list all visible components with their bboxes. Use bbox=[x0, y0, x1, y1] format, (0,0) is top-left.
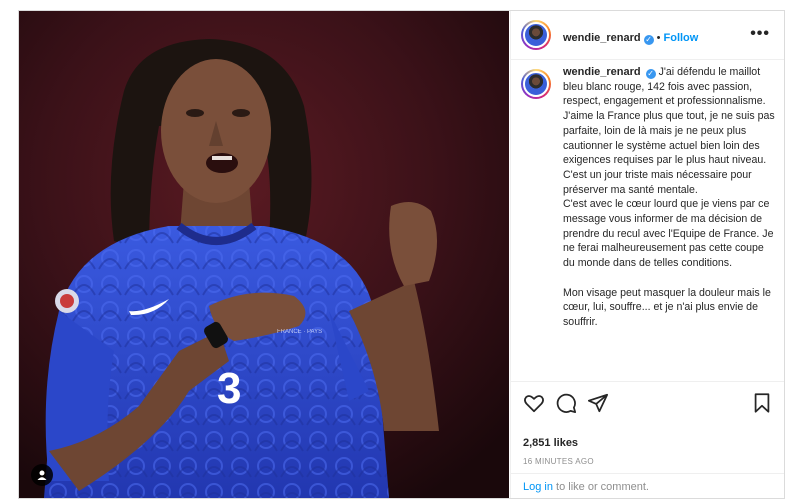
login-prompt-text: to like or comment. bbox=[552, 481, 649, 493]
caption-avatar[interactable] bbox=[521, 69, 551, 99]
post-timestamp[interactable]: 16 MINUTES AGO bbox=[523, 457, 594, 466]
caption-body: J'ai défendu le maillot bleu blanc rouge… bbox=[563, 66, 775, 328]
svg-text:FRANCE · PAYS: FRANCE · PAYS bbox=[277, 329, 322, 335]
share-icon[interactable] bbox=[587, 392, 609, 414]
likes-count[interactable]: 2,851 likes bbox=[523, 437, 578, 449]
instagram-post: 3 FRANCE · PAYS wendie_renard ✓ • Follow ••… bbox=[18, 10, 785, 499]
post-header: wendie_renard ✓ • Follow ••• bbox=[511, 11, 784, 60]
verified-badge-icon: ✓ bbox=[643, 35, 654, 45]
login-link[interactable]: Log in bbox=[523, 481, 553, 493]
post-side-panel: wendie_renard ✓ • Follow ••• wendie_renard ✓… bbox=[510, 11, 784, 498]
login-prompt: Log in to like or comment. bbox=[511, 473, 784, 500]
avatar[interactable] bbox=[521, 20, 551, 50]
caption-text: wendie_renard ✓ J'ai défendu le maillot b… bbox=[563, 65, 775, 330]
bookmark-icon[interactable] bbox=[751, 392, 773, 414]
player-photo: 3 FRANCE · PAYS bbox=[19, 11, 509, 498]
caption-username[interactable]: wendie_renard bbox=[563, 66, 641, 78]
post-actions: 2,851 likes 16 MINUTES AGO Log in to lik… bbox=[511, 381, 784, 499]
follow-button[interactable]: Follow bbox=[664, 32, 699, 44]
heart-icon[interactable] bbox=[523, 392, 545, 414]
header-user: wendie_renard ✓ • Follow bbox=[563, 28, 698, 46]
caption-area: wendie_renard ✓ J'ai défendu le maillot b… bbox=[511, 59, 784, 380]
more-options-icon[interactable]: ••• bbox=[750, 25, 770, 43]
separator-dot: • bbox=[656, 32, 661, 44]
action-icons bbox=[523, 392, 773, 416]
post-photo[interactable]: 3 FRANCE · PAYS bbox=[19, 11, 509, 498]
comment-icon[interactable] bbox=[555, 392, 577, 414]
user-tag-icon[interactable] bbox=[31, 464, 53, 486]
header-username[interactable]: wendie_renard bbox=[563, 32, 641, 44]
jersey-number: 3 bbox=[217, 364, 241, 413]
verified-badge-icon: ✓ bbox=[645, 69, 656, 79]
